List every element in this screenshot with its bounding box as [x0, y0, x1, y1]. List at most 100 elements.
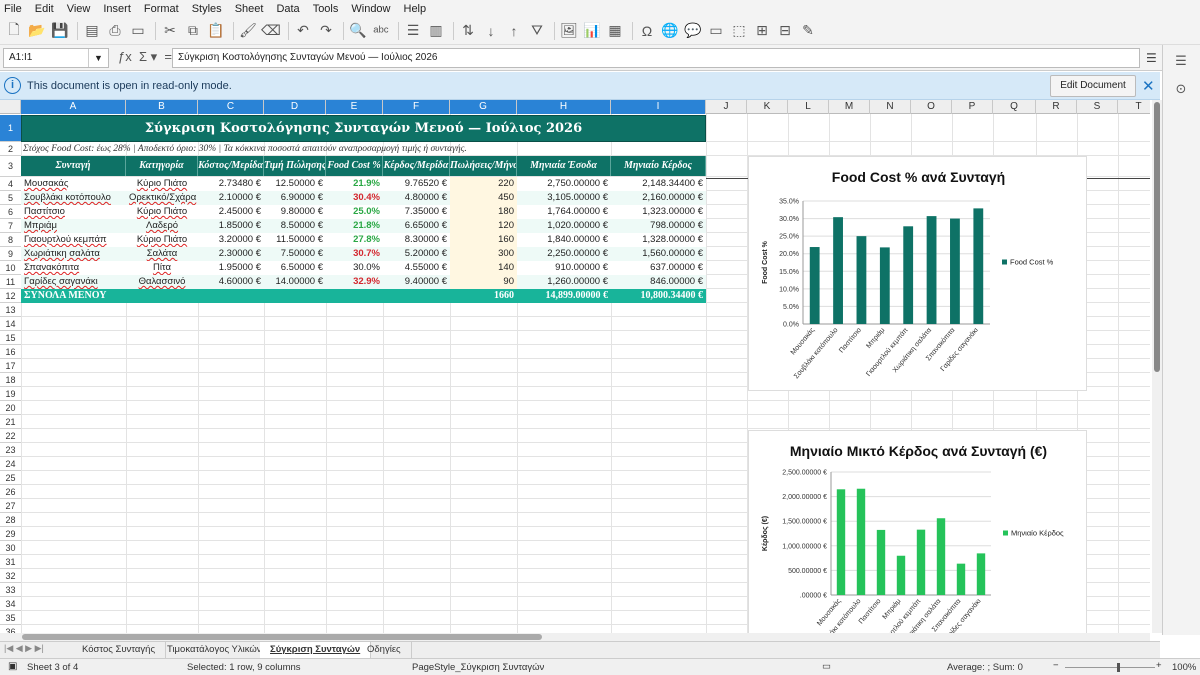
row-header-24[interactable]: 24 [0, 457, 21, 471]
cell-r10-c5[interactable]: 30.0% [326, 261, 383, 275]
row-header-10[interactable]: 10 [0, 261, 21, 275]
row-header-12[interactable]: 12 [0, 289, 21, 303]
chevron-down-icon[interactable]: ▼ [88, 49, 108, 67]
cell-r9-c8[interactable]: 2,250.00000 € [517, 247, 611, 261]
column-label-3[interactable]: Κόστος/Μερίδα [198, 156, 264, 176]
menu-styles[interactable]: Styles [192, 3, 222, 15]
spelling-icon[interactable]: ᵃᵇᶜ [371, 21, 391, 41]
cell-r7-c8[interactable]: 1,020.00000 € [517, 219, 611, 233]
column-header-S[interactable]: S [1077, 100, 1118, 114]
row-header-26[interactable]: 26 [0, 485, 21, 499]
horizontal-scrollbar[interactable] [0, 633, 1150, 641]
cell-r4-c7[interactable]: 220 [450, 177, 517, 191]
row-header-18[interactable]: 18 [0, 373, 21, 387]
column-label-1[interactable]: Συνταγή [21, 156, 126, 176]
column-header-P[interactable]: P [952, 100, 993, 114]
cell-r6-c8[interactable]: 1,764.00000 € [517, 205, 611, 219]
menu-window[interactable]: Window [351, 3, 390, 15]
row-header-23[interactable]: 23 [0, 443, 21, 457]
cell-r7-c6[interactable]: 6.65000 € [383, 219, 450, 233]
cell-r7-c3[interactable]: 1.85000 € [198, 219, 264, 233]
properties-icon[interactable]: ☰ [1173, 53, 1189, 69]
column-header-C[interactable]: C [198, 100, 264, 114]
cell-r4-c8[interactable]: 2,750.00000 € [517, 177, 611, 191]
row-header-35[interactable]: 35 [0, 611, 21, 625]
tab-navigation-arrows[interactable]: |◀ ◀ ▶ ▶| [4, 643, 44, 654]
zoom-out-icon[interactable]: − [1053, 660, 1059, 671]
chart-2[interactable]: Μηνιαίο Μικτό Κέρδος ανά Συνταγή (€) 2,50… [748, 430, 1087, 633]
sheet-title-cell[interactable]: Σύγκριση Κοστολόγησης Συνταγών Μενού — Ι… [21, 115, 706, 142]
row-header-17[interactable]: 17 [0, 359, 21, 373]
cell-r11-c7[interactable]: 90 [450, 275, 517, 289]
row-header-11[interactable]: 11 [0, 275, 21, 289]
copy-icon[interactable]: ⧉ [183, 21, 203, 41]
cell-r8-c7[interactable]: 160 [450, 233, 517, 247]
cell-r9-c6[interactable]: 5.20000 € [383, 247, 450, 261]
cut-icon[interactable]: ✂ [160, 21, 180, 41]
column-label-7[interactable]: Πωλήσεις/Μήνα [450, 156, 517, 176]
cell-r11-c8[interactable]: 1,260.00000 € [517, 275, 611, 289]
spreadsheet-grid[interactable]: ABCDEFGHIJKLMNOPQRST 1 2 3 4 5 6 7 8 9 10 11 12 13 14… [0, 100, 1150, 633]
chart-1[interactable]: Food Cost % ανά Συνταγή 35.0% 30.0% 25.0% 20… [748, 156, 1087, 391]
menu-data[interactable]: Data [276, 3, 299, 15]
row-icon[interactable]: ☰ [403, 21, 423, 41]
autofilter-icon[interactable]: ⛛ [527, 21, 547, 41]
subtitle-cell[interactable]: Στόχος Food Cost: έως 28% | Αποδεκτό όρι… [23, 144, 467, 154]
row-header-1[interactable]: 1 [0, 115, 21, 142]
cell-r6-c4[interactable]: 9.80000 € [264, 205, 326, 219]
column-label-5[interactable]: Food Cost % [326, 156, 383, 176]
row-header-5[interactable]: 5 [0, 191, 21, 205]
menu-insert[interactable]: Insert [103, 3, 131, 15]
cell-r10-c4[interactable]: 6.50000 € [264, 261, 326, 275]
cell-r4-c5[interactable]: 21.9% [326, 177, 383, 191]
cell-r9-c2[interactable]: Σαλάτα [126, 247, 198, 261]
freeze-rows-icon[interactable]: ⊞ [752, 21, 772, 41]
cell-r8-c4[interactable]: 11.50000 € [264, 233, 326, 247]
cell-r9-c7[interactable]: 300 [450, 247, 517, 261]
totals-revenue[interactable]: 14,899.00000 € [517, 289, 611, 303]
cell-r7-c9[interactable]: 798.00000 € [611, 219, 706, 233]
zoom-level[interactable]: 100% [1172, 662, 1196, 673]
row-header-30[interactable]: 30 [0, 541, 21, 555]
row-header-16[interactable]: 16 [0, 345, 21, 359]
cell-r7-c1[interactable]: Μπριάμ [21, 219, 126, 233]
column-header-G[interactable]: G [450, 100, 517, 114]
paste-icon[interactable]: 📋 [206, 21, 226, 41]
pivot-table-icon[interactable]: ▦ [605, 21, 625, 41]
sort-icon[interactable]: ⇅ [458, 21, 478, 41]
cell-r11-c6[interactable]: 9.40000 € [383, 275, 450, 289]
zoom-slider-thumb[interactable] [1117, 663, 1120, 672]
cell-r11-c4[interactable]: 14.00000 € [264, 275, 326, 289]
sheet-tab-4[interactable]: Οδηγίες [357, 642, 412, 658]
open-icon[interactable]: 📂 [27, 21, 47, 41]
cell-r6-c3[interactable]: 2.45000 € [198, 205, 264, 219]
select-all-corner[interactable] [0, 100, 21, 114]
column-header-R[interactable]: R [1036, 100, 1077, 114]
vertical-scroll-thumb[interactable] [1154, 102, 1160, 372]
column-header-Q[interactable]: Q [993, 100, 1036, 114]
new-icon[interactable]: 🗋 [4, 21, 24, 41]
horizontal-scroll-thumb[interactable] [22, 634, 542, 640]
sheet-tab-1[interactable]: Κόστος Συνταγής [72, 642, 167, 658]
show-draw-functions-icon[interactable]: ✎ [798, 21, 818, 41]
row-header-4[interactable]: 4 [0, 177, 21, 191]
cell-r9-c4[interactable]: 7.50000 € [264, 247, 326, 261]
special-character-icon[interactable]: Ω [637, 21, 657, 41]
cell-r11-c3[interactable]: 4.60000 € [198, 275, 264, 289]
row-header-27[interactable]: 27 [0, 499, 21, 513]
cell-r4-c3[interactable]: 2.73480 € [198, 177, 264, 191]
navigator-icon[interactable]: ⊙ [1173, 81, 1189, 97]
column-header-F[interactable]: F [383, 100, 450, 114]
row-header-13[interactable]: 13 [0, 303, 21, 317]
column-header-A[interactable]: A [21, 100, 126, 114]
cell-r6-c6[interactable]: 7.35000 € [383, 205, 450, 219]
cell-r8-c9[interactable]: 1,328.00000 € [611, 233, 706, 247]
row-header-6[interactable]: 6 [0, 205, 21, 219]
cell-r10-c3[interactable]: 1.95000 € [198, 261, 264, 275]
cell-r6-c7[interactable]: 180 [450, 205, 517, 219]
cell-r11-c2[interactable]: Θαλασσινό [126, 275, 198, 289]
cell-r9-c9[interactable]: 1,560.00000 € [611, 247, 706, 261]
row-header-7[interactable]: 7 [0, 219, 21, 233]
column-header-K[interactable]: K [747, 100, 788, 114]
cell-r4-c1[interactable]: Μουσακάς [21, 177, 126, 191]
